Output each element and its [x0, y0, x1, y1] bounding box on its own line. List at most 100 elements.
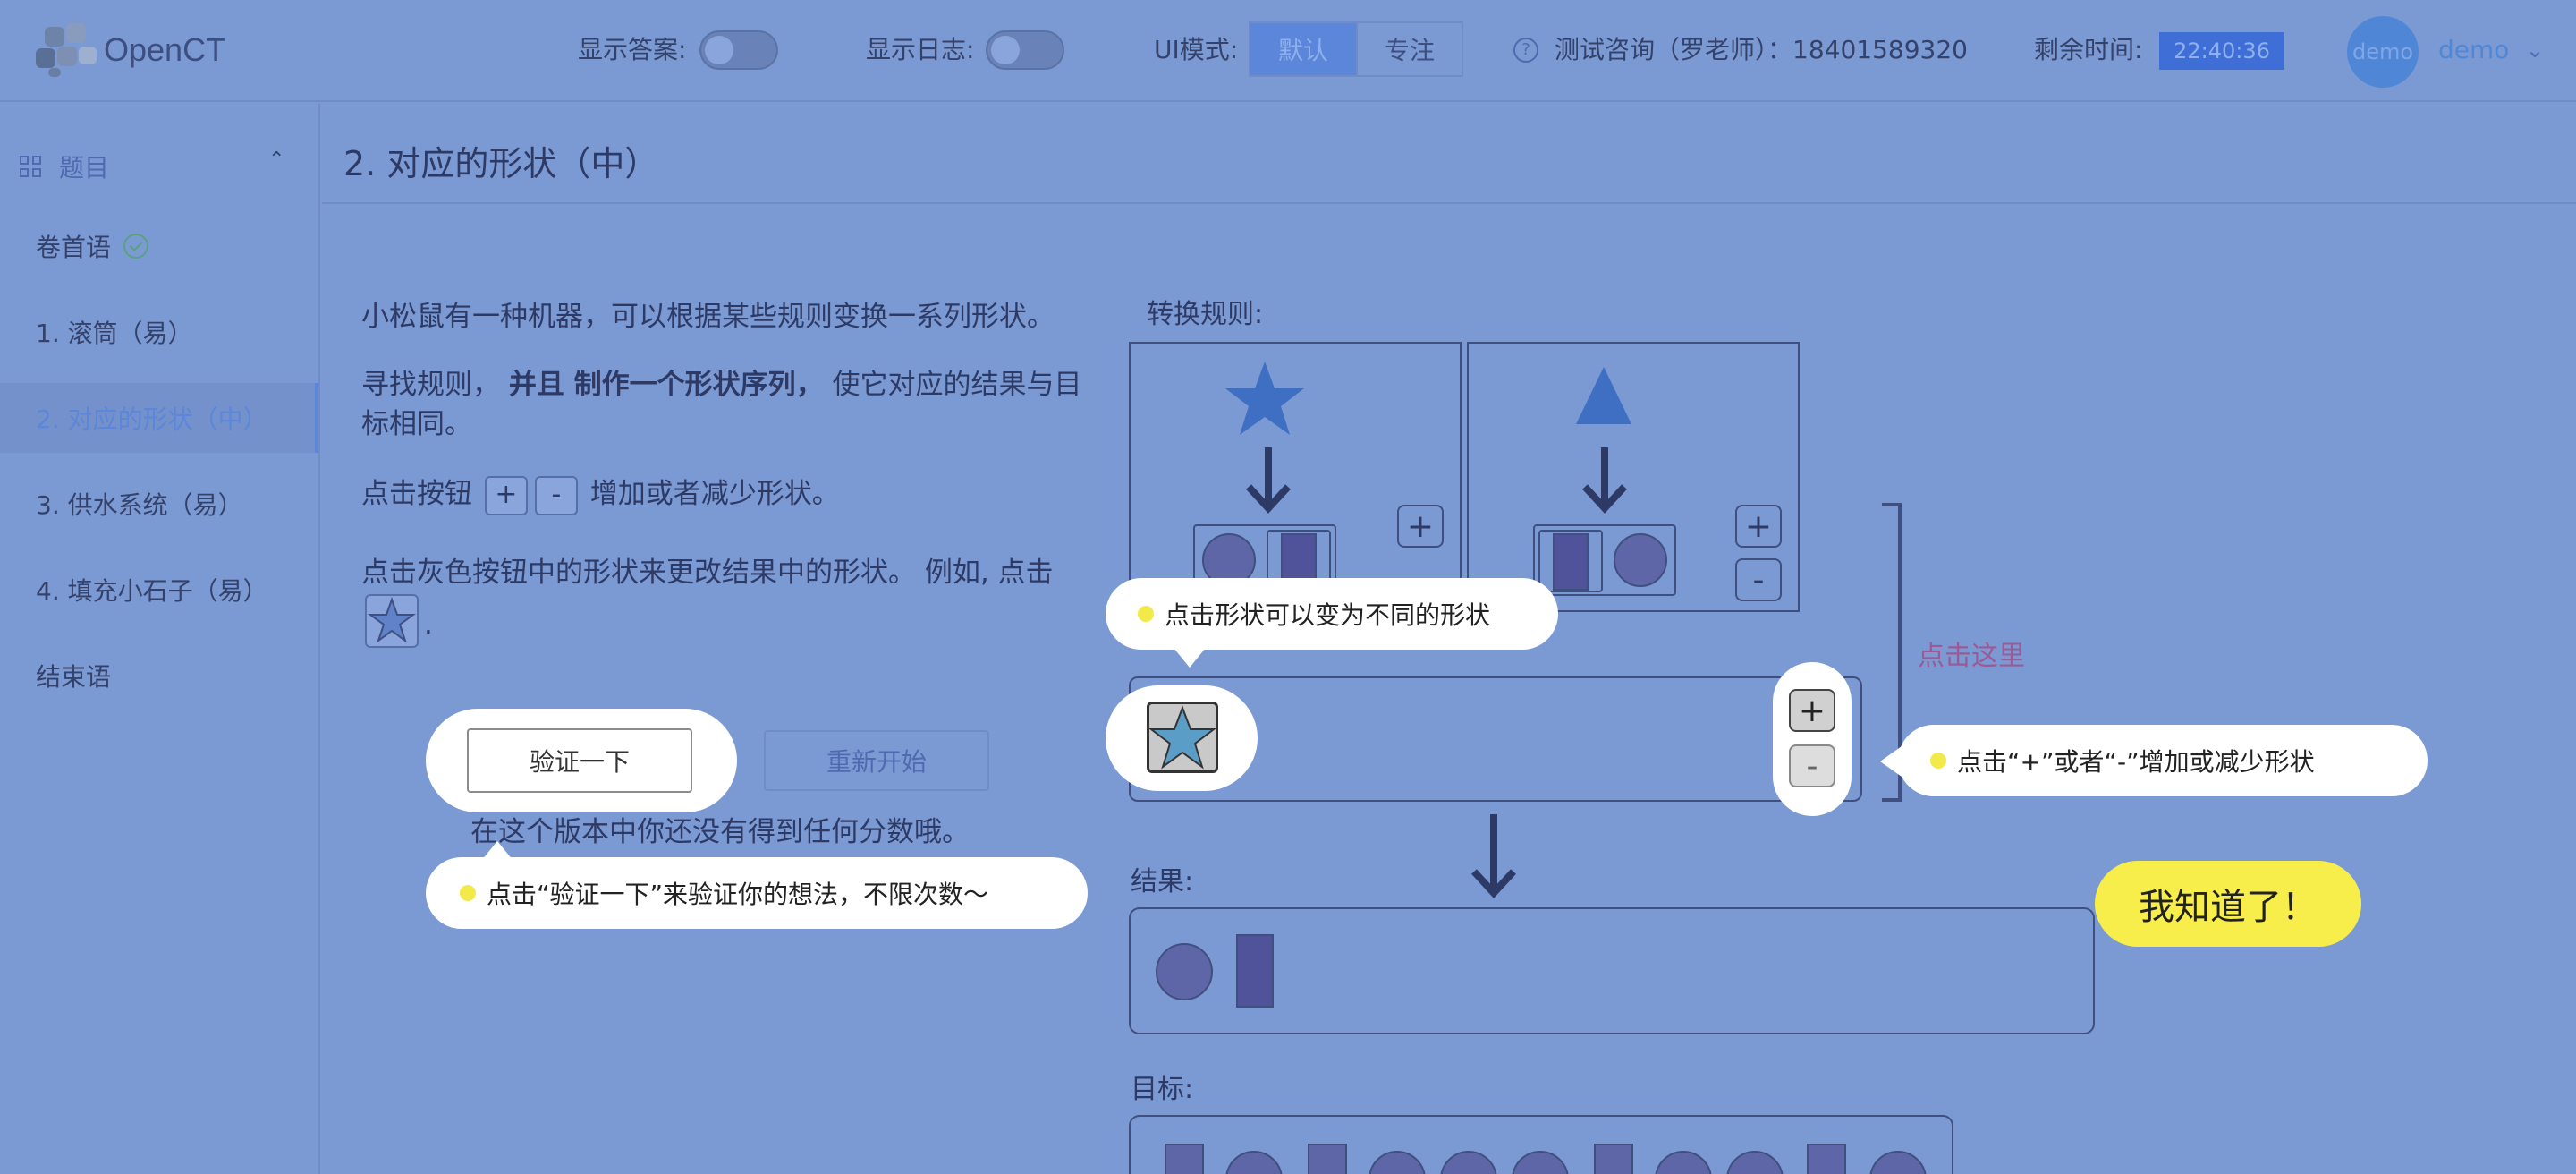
- intro-text: 小松鼠有一种机器，可以根据某些规则变换一系列形状。: [361, 301, 1055, 333]
- logo-text: OpenCT: [104, 31, 226, 68]
- rule-card-star: +: [1129, 342, 1462, 612]
- restart-button[interactable]: 重新开始: [764, 730, 989, 791]
- show-answer-toggle[interactable]: [699, 30, 778, 70]
- rect-shape: [1807, 1144, 1846, 1174]
- logo-icon: [36, 21, 100, 79]
- task-text: 寻找规则， 并且 制作一个形状序列， 使它对应的结果与目标相同。: [361, 365, 1104, 444]
- shape-tip-bubble: 点击形状可以变为不同的形状: [1106, 578, 1558, 650]
- plus-icon: +: [484, 475, 528, 515]
- ui-mode-focus[interactable]: 专注: [1356, 23, 1462, 75]
- rule-minus-button[interactable]: -: [1735, 558, 1782, 601]
- circle-shape: [1655, 1151, 1712, 1174]
- button-hint: 点击按钮 + - 增加或者减少形状。: [361, 474, 1104, 515]
- sequence-star-shape[interactable]: [1147, 702, 1218, 773]
- circle-shape: [1368, 1151, 1426, 1174]
- sidebar-section-header[interactable]: 题目 ⌃: [0, 138, 318, 191]
- bullet-dot: [1930, 753, 1946, 769]
- circle-shape: [1440, 1151, 1497, 1174]
- rules-label: 转换规则:: [1147, 299, 1264, 330]
- rule-plus-button[interactable]: +: [1397, 505, 1444, 548]
- star-icon: [1148, 705, 1216, 770]
- arrow-down-icon: [1582, 447, 1627, 514]
- sidebar-item-epilogue[interactable]: 结束语: [0, 641, 318, 710]
- rect-shape: [1553, 533, 1589, 591]
- target-label: 目标:: [1131, 1074, 1194, 1105]
- divider: [322, 202, 2576, 204]
- circle-shape: [1726, 1151, 1784, 1174]
- button-hint-a: 点击按钮: [361, 478, 472, 510]
- target-area: [1129, 1115, 1953, 1174]
- rule-plus-button[interactable]: +: [1735, 505, 1782, 548]
- got-it-button[interactable]: 我知道了！: [2095, 861, 2361, 947]
- star-icon: [1225, 362, 1304, 435]
- ui-mode-switch: 默认 专注: [1249, 21, 1463, 77]
- sidebar-section-label: 题目: [59, 153, 110, 183]
- grid-icon: [20, 156, 41, 177]
- result-area: [1129, 907, 2095, 1034]
- username[interactable]: demo: [2438, 30, 2509, 70]
- chevron-down-icon[interactable]: ⌄: [2526, 30, 2544, 70]
- sidebar-item-preface[interactable]: 卷首语: [0, 211, 318, 281]
- click-here-label: 点击这里: [1918, 641, 2025, 672]
- sidebar-item-water[interactable]: 3. 供水系统（易）: [0, 469, 318, 539]
- task-text-a: 寻找规则，: [361, 369, 500, 401]
- verify-tip-text: 点击“验证一下”来验证你的想法，不限次数～: [487, 880, 989, 909]
- time-left-label: 剩余时间:: [2034, 35, 2143, 64]
- check-circle-icon: [123, 234, 149, 259]
- sequence-minus-button[interactable]: -: [1789, 744, 1835, 787]
- plusminus-tip-text: 点击“+”或者“-”增加或减少形状: [1957, 747, 2315, 777]
- circle-shape: [1512, 1151, 1569, 1174]
- top-bar: OpenCT 显示答案: 显示日志: UI模式: 默认 专注 ? 测试咨询（罗老…: [0, 0, 2576, 102]
- verify-button[interactable]: 验证一下: [467, 728, 692, 793]
- rect-shape: [1594, 1144, 1633, 1174]
- verify-tip-bubble: 点击“验证一下”来验证你的想法，不限次数～: [426, 857, 1088, 929]
- plusminus-tip-bubble: 点击“+”或者“-”增加或减少形状: [1898, 725, 2428, 796]
- sidebar-item-label: 3. 供水系统（易）: [36, 490, 243, 520]
- task-text-b: 并且 制作一个形状序列，: [508, 369, 824, 401]
- show-answer-label: 显示答案:: [578, 35, 687, 64]
- circle-shape: [1614, 533, 1667, 587]
- arrow-down-icon: [1471, 814, 1516, 898]
- sidebar-item-label: 4. 填充小石子（易）: [36, 576, 268, 606]
- button-hint-b: 增加或者减少形状。: [589, 478, 840, 510]
- page-title: 2. 对应的形状（中）: [343, 144, 659, 183]
- sidebar-item-label: 1. 滚筒（易）: [36, 319, 193, 348]
- result-label: 结果:: [1131, 866, 1194, 898]
- shape-hint: 点击灰色按钮中的形状来更改结果中的形状。 例如, 点击: [361, 557, 1054, 589]
- ui-mode-default[interactable]: 默认: [1250, 23, 1356, 75]
- rule-card-triangle: + -: [1467, 342, 1800, 612]
- sidebar-item-roller[interactable]: 1. 滚筒（易）: [0, 297, 318, 367]
- shape-hint-end: .: [424, 608, 433, 641]
- plus-minus-spotlight: [1773, 662, 1852, 816]
- sidebar-item-pebbles[interactable]: 4. 填充小石子（易）: [0, 555, 318, 625]
- sequence-plus-button[interactable]: +: [1789, 689, 1835, 732]
- circle-shape: [1869, 1151, 1927, 1174]
- ui-mode-label: UI模式:: [1154, 35, 1239, 64]
- countdown-timer: 22:40:36: [2159, 32, 2284, 70]
- show-log-label: 显示日志:: [866, 35, 975, 64]
- rect-shape: [1236, 934, 1274, 1008]
- sidebar-item-shapes[interactable]: 2. 对应的形状（中）: [0, 383, 318, 453]
- sidebar: 题目 ⌃ 卷首语 1. 滚筒（易） 2. 对应的形状（中） 3. 供水系统（易）…: [0, 104, 320, 1174]
- arrow-down-icon: [1246, 447, 1291, 514]
- chevron-up-icon: ⌃: [268, 149, 285, 171]
- show-log-toggle[interactable]: [986, 30, 1064, 70]
- bullet-dot: [1138, 606, 1154, 622]
- bullet-dot: [460, 885, 476, 901]
- sidebar-item-label: 结束语: [36, 662, 112, 692]
- avatar[interactable]: demo: [2347, 16, 2419, 88]
- rect-shape: [1165, 1144, 1204, 1174]
- question-icon: ?: [1513, 38, 1538, 63]
- triangle-icon: [1576, 367, 1631, 424]
- consult-text: 测试咨询（罗老师）：18401589320: [1555, 35, 1968, 64]
- bubble-pointer: [481, 841, 513, 861]
- output-shapes: [1533, 524, 1676, 596]
- logo[interactable]: OpenCT: [36, 21, 225, 79]
- shape-tip-text: 点击形状可以变为不同的形状: [1165, 600, 1491, 630]
- sidebar-item-label: 卷首语: [36, 233, 112, 262]
- sidebar-item-label: 2. 对应的形状（中）: [36, 404, 268, 434]
- circle-shape: [1225, 1151, 1283, 1174]
- score-note: 在这个版本中你还没有得到任何分数哦。: [470, 816, 970, 848]
- star-example-icon: [365, 594, 419, 648]
- bubble-pointer: [1880, 746, 1902, 777]
